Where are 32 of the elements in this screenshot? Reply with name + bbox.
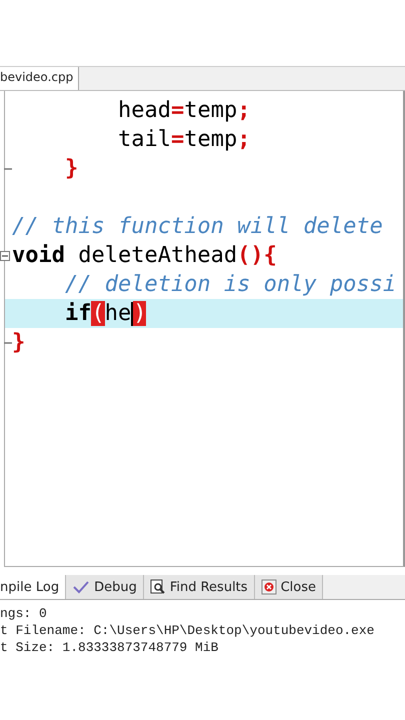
- code-comment: // deletion is only possi: [64, 272, 396, 297]
- file-tab[interactable]: bevideo.cpp: [0, 67, 80, 90]
- code-symbol: =: [170, 127, 184, 152]
- log-line: ngs: 0: [0, 605, 48, 622]
- code-text: he: [104, 301, 132, 326]
- search-icon: [150, 579, 166, 595]
- code-text: head: [116, 98, 171, 123]
- panel-tab[interactable]: Debug: [66, 575, 144, 599]
- code-symbol: ;: [237, 127, 250, 152]
- text-cursor: [131, 302, 134, 326]
- log-line: t Filename: C:\Users\HP\Desktop\youtubevideo.exe: [0, 622, 376, 639]
- code-symbol: ;: [237, 98, 250, 123]
- code-symbol: }: [12, 330, 26, 355]
- panel-tab[interactable]: Close: [254, 575, 323, 599]
- code-keyword: if: [64, 301, 92, 326]
- matched-bracket: (: [91, 301, 105, 326]
- code-text: temp: [184, 98, 238, 123]
- matched-bracket: ): [133, 301, 146, 326]
- log-line: t Size: 1.83333873748779 MiB: [0, 639, 220, 656]
- close-icon: [260, 579, 277, 595]
- code-text: deleteAthead: [77, 243, 238, 268]
- code-symbol: (){: [237, 243, 277, 268]
- code-text: temp: [184, 127, 238, 152]
- panel-tab[interactable]: npile Log: [0, 575, 66, 599]
- code-keyword: void: [12, 243, 65, 268]
- check-icon: [72, 580, 90, 594]
- code-symbol: }: [64, 156, 78, 181]
- collapse-icon[interactable]: [0, 250, 10, 260]
- panel-tab[interactable]: Find Results: [144, 575, 255, 599]
- code-symbol: =: [170, 98, 184, 123]
- code-comment: // this function will delete: [12, 214, 383, 239]
- code-text: tail: [116, 127, 171, 152]
